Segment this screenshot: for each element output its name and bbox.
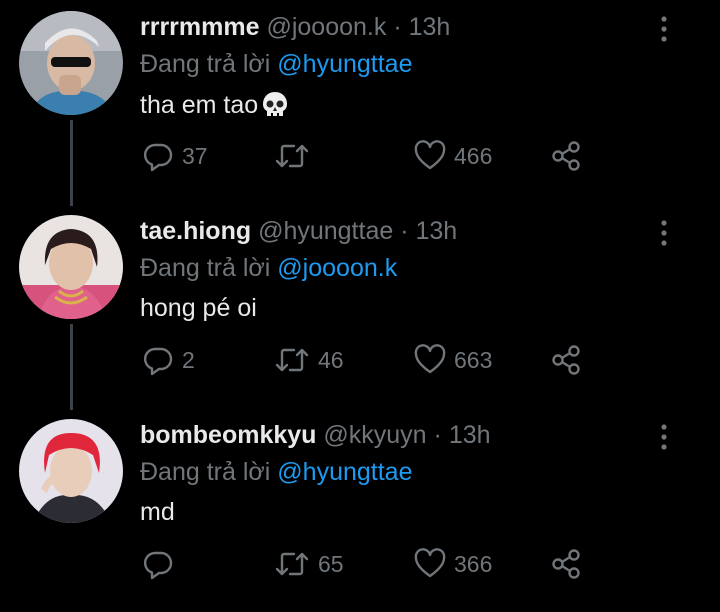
timestamp[interactable]: 13h	[416, 217, 458, 245]
reply-count: 2	[182, 346, 195, 373]
tweet-actions: 37 466	[140, 136, 600, 176]
retweet-button[interactable]	[274, 136, 318, 176]
timestamp[interactable]: 13h	[409, 13, 451, 41]
separator-dot: ·	[433, 421, 442, 449]
skull-icon	[260, 90, 290, 120]
tweet-header: rrrrmmme @joooon.k · 13h	[140, 13, 450, 42]
reply-mention-link[interactable]: @joooon.k	[277, 254, 397, 282]
tweet-text: tha em tao	[140, 90, 290, 120]
avatar[interactable]	[19, 11, 123, 115]
retweet-button[interactable]: 65	[274, 544, 344, 584]
tweet-actions: 2 46 663	[140, 340, 600, 380]
like-button[interactable]: 663	[414, 340, 492, 380]
reply-icon	[143, 143, 173, 172]
share-icon	[552, 549, 580, 579]
reply-context: Đang trả lời @joooon.k	[140, 254, 397, 283]
retweet-count: 65	[318, 550, 344, 577]
heart-icon	[414, 344, 446, 374]
tweet-header: tae.hiong @hyungttae · 13h	[140, 217, 457, 246]
share-button[interactable]	[550, 340, 582, 380]
heart-icon	[414, 548, 446, 578]
retweet-icon	[275, 144, 309, 168]
user-handle[interactable]: @kkyuyn	[323, 421, 426, 449]
retweet-icon	[275, 348, 309, 372]
reply-button[interactable]: 2	[142, 340, 195, 380]
share-icon	[552, 345, 580, 375]
reply-count: 37	[182, 142, 208, 169]
reply-prefix: Đang trả lời	[140, 50, 271, 78]
like-count: 366	[454, 550, 493, 577]
retweet-icon	[275, 552, 309, 576]
tweet-text: hong pé oi	[140, 294, 257, 323]
tweet-text: md	[140, 498, 175, 527]
reply-icon	[143, 551, 173, 580]
separator-dot: ·	[393, 13, 402, 41]
reply-mention-link[interactable]: @hyungttae	[277, 458, 412, 486]
reply-icon	[143, 347, 173, 376]
reply-context: Đang trả lời @hyungttae	[140, 50, 413, 79]
reply-prefix: Đang trả lời	[140, 254, 271, 282]
tweet[interactable]: bombeomkkyu @kkyuyn · 13h Đang trả lời @…	[0, 408, 720, 612]
more-options-icon[interactable]	[657, 422, 671, 452]
reply-button[interactable]: 37	[142, 136, 208, 176]
user-handle[interactable]: @joooon.k	[266, 13, 386, 41]
tweet-actions: 65 366	[140, 544, 600, 584]
reply-context: Đang trả lời @hyungttae	[140, 458, 413, 487]
reply-prefix: Đang trả lời	[140, 458, 271, 486]
like-count: 466	[454, 142, 493, 169]
timestamp[interactable]: 13h	[449, 421, 491, 449]
like-button[interactable]: 466	[414, 136, 492, 176]
display-name[interactable]: rrrrmmme	[140, 13, 260, 41]
display-name[interactable]: bombeomkkyu	[140, 421, 316, 449]
reply-button[interactable]	[142, 544, 182, 584]
separator-dot: ·	[400, 217, 409, 245]
share-button[interactable]	[550, 544, 582, 584]
avatar[interactable]	[19, 419, 123, 523]
more-options-icon[interactable]	[657, 14, 671, 44]
tweet-text-content: tha em tao	[140, 90, 259, 119]
retweet-button[interactable]: 46	[274, 340, 344, 380]
user-handle[interactable]: @hyungttae	[258, 217, 393, 245]
retweet-count: 46	[318, 346, 344, 373]
avatar[interactable]	[19, 215, 123, 319]
display-name[interactable]: tae.hiong	[140, 217, 251, 245]
tweet-header: bombeomkkyu @kkyuyn · 13h	[140, 421, 491, 450]
share-icon	[552, 141, 580, 171]
reply-mention-link[interactable]: @hyungttae	[277, 50, 412, 78]
more-options-icon[interactable]	[657, 218, 671, 248]
tweet-text-content: md	[140, 498, 175, 526]
like-button[interactable]: 366	[414, 544, 492, 584]
tweet-text-content: hong pé oi	[140, 294, 257, 322]
heart-icon	[414, 140, 446, 170]
tweet[interactable]: rrrrmmme @joooon.k · 13h Đang trả lời @h…	[0, 0, 720, 204]
like-count: 663	[454, 346, 493, 373]
share-button[interactable]	[550, 136, 582, 176]
tweet[interactable]: tae.hiong @hyungttae · 13h Đang trả lời …	[0, 204, 720, 408]
